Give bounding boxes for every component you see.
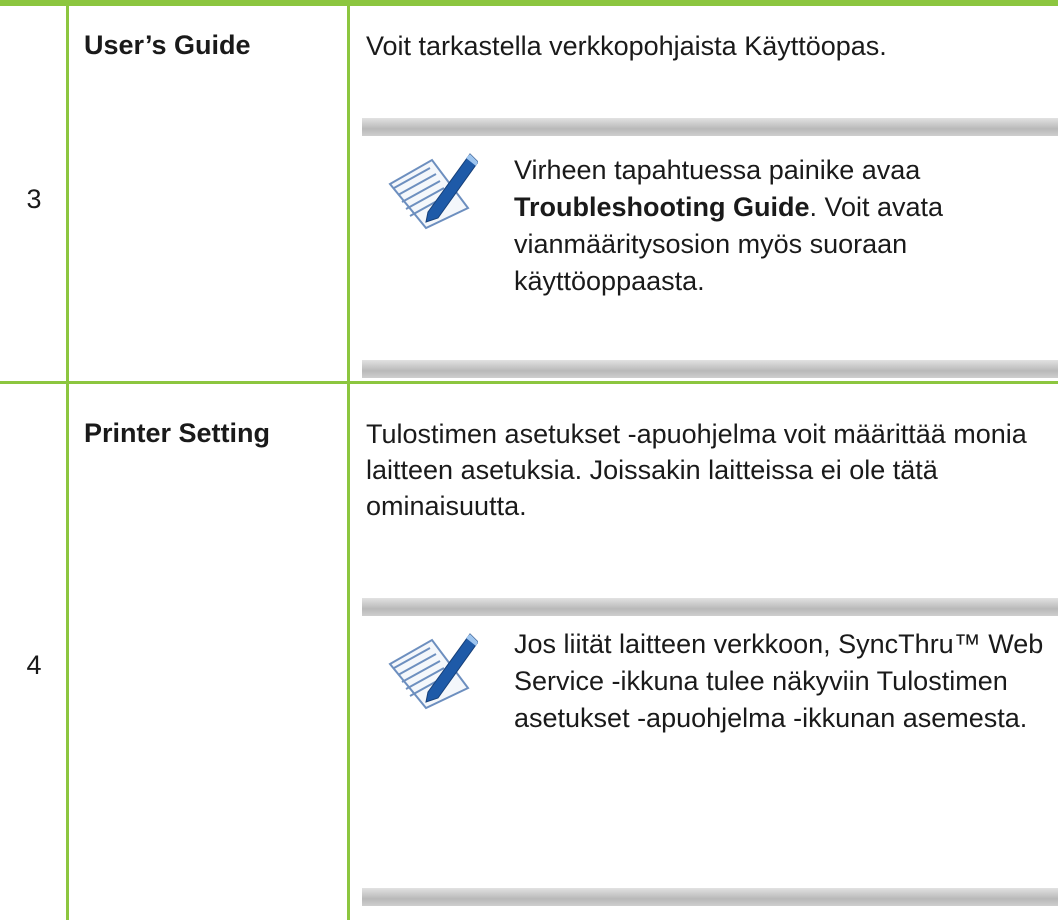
note-bar-bottom <box>362 360 1058 378</box>
note-pencil-icon <box>388 153 478 230</box>
row-number: 4 <box>26 650 42 680</box>
table-top-border <box>0 0 1058 6</box>
note-box: Virheen tapahtuessa painike avaa Trouble… <box>362 118 1058 378</box>
note-pencil-icon <box>388 633 478 710</box>
note-text: Virheen tapahtuessa painike avaa Trouble… <box>514 152 1058 300</box>
note-bar-top <box>362 598 1058 616</box>
settings-table: 3 User’s Guide Voit tarkastella verkkopo… <box>0 0 1058 920</box>
note-bold-link-text: Troubleshooting Guide <box>514 192 810 222</box>
row-description: Voit tarkastella verkkopohjaista Käyttöo… <box>366 31 887 61</box>
row-divider <box>0 381 1058 384</box>
note-text-part: Virheen tapahtuessa painike avaa <box>514 155 921 185</box>
row-name: Printer Setting <box>84 418 271 448</box>
note-box: Jos liität laitteen verkkoon, SyncThru™ … <box>362 598 1058 920</box>
row-name: User’s Guide <box>84 30 251 60</box>
row-description: Tulostimen asetukset -apuohjelma voit mä… <box>366 419 1027 521</box>
row-number: 3 <box>26 184 42 214</box>
column-divider <box>66 0 69 920</box>
column-divider <box>347 0 350 920</box>
note-bar-bottom <box>362 888 1058 906</box>
note-bar-top <box>362 118 1058 136</box>
note-text: Jos liität laitteen verkkoon, SyncThru™ … <box>514 629 1044 733</box>
